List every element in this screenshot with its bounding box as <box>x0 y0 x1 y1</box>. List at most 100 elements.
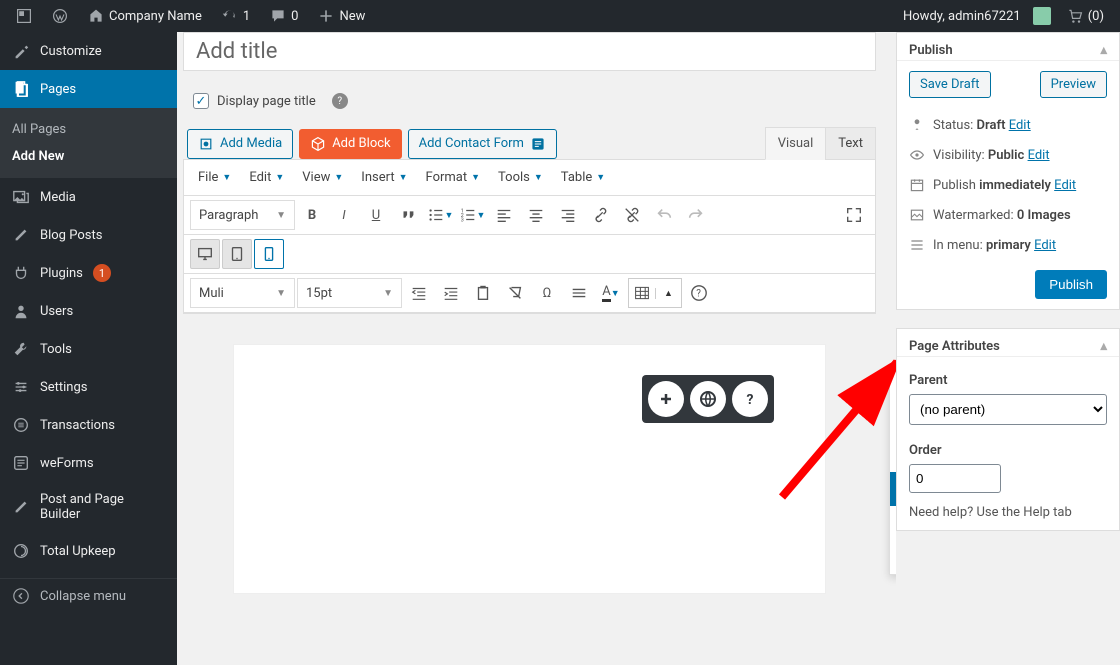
table-dropdown: Table▶ Table properties Delete table Cel… <box>889 369 896 575</box>
blockquote-button[interactable] <box>393 200 423 230</box>
dd-cell[interactable]: Cell▶ <box>890 472 896 506</box>
sidebar-blog-posts[interactable]: Blog Posts <box>0 216 177 254</box>
redo-button[interactable] <box>681 200 711 230</box>
toolbar-row-1: Paragraph▼ B I U ▼ 123▼ <box>184 196 875 235</box>
menu-edit-link[interactable]: Edit <box>1034 238 1056 253</box>
visibility-edit-link[interactable]: Edit <box>1028 148 1050 163</box>
save-draft-button[interactable]: Save Draft <box>909 71 991 98</box>
topbar-wordpress[interactable] <box>44 0 76 32</box>
italic-button[interactable]: I <box>329 200 359 230</box>
topbar-comments[interactable]: 0 <box>262 0 306 32</box>
sidebar-collapse[interactable]: Collapse menu <box>0 578 177 613</box>
parent-label: Parent <box>909 373 1107 388</box>
text-color-button[interactable]: A▼ <box>596 278 626 308</box>
sidebar-customize[interactable]: Customize <box>0 32 177 70</box>
menu-row: In menu: primary Edit <box>909 230 1107 260</box>
float-add-button[interactable] <box>648 381 684 417</box>
topbar-site[interactable]: Company Name <box>80 0 210 32</box>
preview-button[interactable]: Preview <box>1040 71 1107 98</box>
topbar-cart[interactable]: (0) <box>1059 0 1112 32</box>
align-center-button[interactable] <box>521 200 551 230</box>
underline-button[interactable]: U <box>361 200 391 230</box>
watermark-row: Watermarked: 0 Images <box>909 200 1107 230</box>
help-button[interactable]: ? <box>684 278 714 308</box>
table-toolbar-button[interactable]: ▲ <box>628 278 682 308</box>
menu-tools[interactable]: Tools▼ <box>490 164 551 191</box>
float-help-button[interactable]: ? <box>732 381 768 417</box>
schedule-edit-link[interactable]: Edit <box>1054 178 1076 193</box>
help-icon[interactable]: ? <box>332 93 348 109</box>
dd-table-props: Table properties <box>890 404 896 438</box>
title-input[interactable]: Add title <box>183 32 876 71</box>
clear-format-button[interactable] <box>500 278 530 308</box>
menu-file[interactable]: File▼ <box>190 164 239 191</box>
unlink-button[interactable] <box>617 200 647 230</box>
bullet-list-button[interactable]: ▼ <box>425 200 455 230</box>
align-right-button[interactable] <box>553 200 583 230</box>
add-media-button[interactable]: Add Media <box>187 129 293 159</box>
sidebar-transactions[interactable]: Transactions <box>0 406 177 444</box>
topbar-howdy[interactable]: Howdy, admin67221 <box>903 9 1021 24</box>
sidebar-media[interactable]: Media <box>0 178 177 216</box>
sidebar-users[interactable]: Users <box>0 292 177 330</box>
topbar-updates[interactable]: 1 <box>214 0 258 32</box>
tab-text[interactable]: Text <box>825 127 876 160</box>
order-label: Order <box>909 443 1107 458</box>
menu-edit[interactable]: Edit▼ <box>241 164 292 191</box>
admin-topbar: Company Name 1 0 New Howdy, admin67221 (… <box>0 0 1120 32</box>
dd-table[interactable]: Table▶ <box>890 370 896 404</box>
sidebar-pages[interactable]: Pages <box>0 70 177 108</box>
sidebar-weforms[interactable]: weForms <box>0 444 177 482</box>
sidebar-ppb[interactable]: Post and Page Builder <box>0 482 177 532</box>
add-contact-form-button[interactable]: Add Contact Form <box>408 129 557 159</box>
menu-format[interactable]: Format▼ <box>418 164 489 191</box>
status-edit-link[interactable]: Edit <box>1009 118 1031 133</box>
sidebar-sub-add-new[interactable]: Add New <box>0 143 177 170</box>
order-input[interactable] <box>909 464 1001 493</box>
indent-button[interactable] <box>436 278 466 308</box>
fullscreen-button[interactable] <box>839 200 869 230</box>
avatar[interactable] <box>1033 7 1051 25</box>
hr-button[interactable] <box>564 278 594 308</box>
preview-desktop-button[interactable] <box>190 239 220 269</box>
tab-visual[interactable]: Visual <box>765 127 827 160</box>
menu-view[interactable]: View▼ <box>294 164 351 191</box>
topbar-logo[interactable] <box>8 0 40 32</box>
align-left-button[interactable] <box>489 200 519 230</box>
sidebar-settings[interactable]: Settings <box>0 368 177 406</box>
sidebar-plugins[interactable]: Plugins1 <box>0 254 177 292</box>
svg-text:?: ? <box>696 289 701 300</box>
preview-mobile-button[interactable] <box>254 239 284 269</box>
display-title-checkbox[interactable]: ✓ <box>193 93 209 109</box>
link-button[interactable] <box>585 200 615 230</box>
sidebar-upkeep[interactable]: Total Upkeep <box>0 532 177 570</box>
undo-button[interactable] <box>649 200 679 230</box>
format-select[interactable]: Paragraph▼ <box>190 200 295 230</box>
special-char-button[interactable]: Ω <box>532 278 562 308</box>
editor-menubar: File▼ Edit▼ View▼ Insert▼ Format▼ Tools▼… <box>184 160 875 196</box>
sidebar-tools[interactable]: Tools <box>0 330 177 368</box>
outdent-button[interactable] <box>404 278 434 308</box>
panel-toggle-icon[interactable]: ▴ <box>1100 43 1107 58</box>
dd-column[interactable]: Column▶ <box>890 540 896 574</box>
float-globe-button[interactable] <box>690 381 726 417</box>
paste-button[interactable] <box>468 278 498 308</box>
toolbar-row-3: Muli▼ 15pt▼ Ω A▼ ▲ ? <box>184 274 875 313</box>
publish-panel: Publish▴ Save Draft Preview Status: Draf… <box>896 32 1120 310</box>
topbar-new[interactable]: New <box>310 0 373 32</box>
font-size-select[interactable]: 15pt▼ <box>297 278 402 308</box>
menu-insert[interactable]: Insert▼ <box>353 164 415 191</box>
numbered-list-button[interactable]: 123▼ <box>457 200 487 230</box>
bold-button[interactable]: B <box>297 200 327 230</box>
parent-select[interactable]: (no parent) <box>909 394 1107 425</box>
menu-table[interactable]: Table▼ <box>553 164 613 191</box>
publish-button[interactable]: Publish <box>1035 270 1107 299</box>
page-attributes-panel: Page Attributes▴ Parent (no parent) Orde… <box>896 328 1120 531</box>
add-block-button[interactable]: Add Block <box>299 129 401 159</box>
preview-tablet-button[interactable] <box>222 239 252 269</box>
attrs-help-text: Need help? Use the Help tab <box>909 505 1107 520</box>
sidebar-sub-all-pages[interactable]: All Pages <box>0 116 177 143</box>
dd-row[interactable]: Row▶ <box>890 506 896 540</box>
panel-toggle-icon[interactable]: ▴ <box>1100 339 1107 354</box>
font-family-select[interactable]: Muli▼ <box>190 278 295 308</box>
